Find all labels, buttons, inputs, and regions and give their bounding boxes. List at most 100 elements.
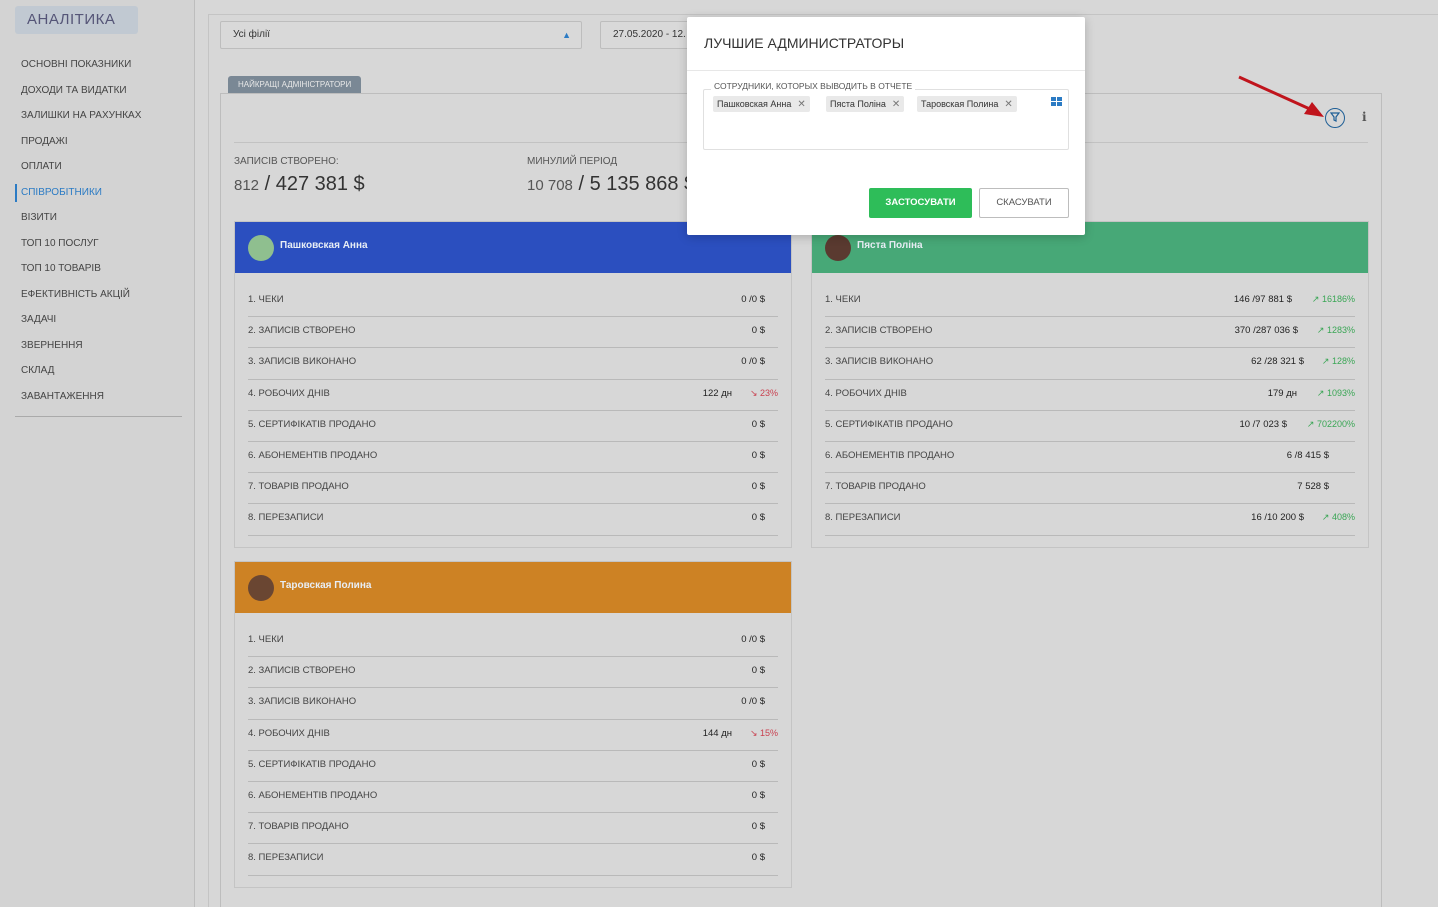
sidebar-item-main[interactable]: ОСНОВНІ ПОКАЗНИКИ <box>15 52 182 78</box>
row-value: 10 /7 023 $ <box>1239 418 1287 430</box>
chip-label: Пашковская Анна <box>717 99 792 109</box>
trend-value: 408% <box>1331 512 1355 523</box>
trend-value: 1093% <box>1326 387 1355 398</box>
sidebar-item-balances[interactable]: ЗАЛИШКИ НА РАХУНКАХ <box>15 103 182 129</box>
table-row: 5. СЕРТИФІКАТІВ ПРОДАНО 0 $ <box>248 751 778 782</box>
row-value: 0 $ <box>751 481 765 493</box>
table-row: 1. ЧЕКИ 0 /0 $ <box>248 286 778 318</box>
trend-up-icon: ↗ 1283% <box>1316 325 1355 336</box>
modal-divider <box>687 70 1085 71</box>
row-value: 6 /8 415 $ <box>1286 449 1329 461</box>
row-label: 7. ТОВАРІВ ПРОДАНО <box>248 481 349 493</box>
sidebar-divider <box>15 416 182 417</box>
branch-select[interactable]: Усі філії ▲︎ <box>220 21 582 49</box>
annotation-arrow-icon <box>1238 75 1324 117</box>
chip-remove-icon[interactable]: ✕ <box>892 99 900 110</box>
apply-button[interactable]: ЗАСТОСУВАТИ <box>869 188 972 218</box>
sidebar-item-payments[interactable]: ОПЛАТИ <box>15 154 182 180</box>
row-label: 3. ЗАПИСІВ ВИКОНАНО <box>825 356 934 368</box>
row-value: 179 дн <box>1267 387 1297 399</box>
created-value: 812 / 427 381 $ <box>234 173 365 196</box>
row-label: 3. ЗАПИСІВ ВИКОНАНО <box>248 696 357 708</box>
row-label: 8. ПЕРЕЗАПИСИ <box>825 512 901 524</box>
filter-icon[interactable] <box>1325 108 1345 128</box>
chip-remove-icon[interactable]: ✕ <box>1004 99 1012 110</box>
row-label: 4. РОБОЧИХ ДНІВ <box>825 387 907 399</box>
table-row: 4. РОБОЧИХ ДНІВ 122 дн ↘ 23% <box>248 380 778 411</box>
table-row: 1. ЧЕКИ 146 /97 881 $ ↗ 16186% <box>825 286 1355 318</box>
sidebar-item-top-services[interactable]: ТОП 10 ПОСЛУГ <box>15 231 182 257</box>
row-value: 370 /287 036 $ <box>1234 325 1298 337</box>
prev-sum: / 5 135 868 $ <box>578 173 696 195</box>
brand-title[interactable]: АНАЛІТИКА <box>15 6 138 34</box>
row-label: 1. ЧЕКИ <box>825 294 861 305</box>
trend-down-icon: ↘ 23% <box>749 387 778 398</box>
date-range-input[interactable]: 27.05.2020 - 12. <box>600 21 700 49</box>
sidebar-item-tasks[interactable]: ЗАДАЧІ <box>15 307 182 333</box>
row-label: 4. РОБОЧИХ ДНІВ <box>248 387 330 399</box>
row-value: 0 /0 $ <box>741 696 765 708</box>
row-value: 0 $ <box>751 852 765 864</box>
info-icon[interactable]: i <box>1362 110 1367 124</box>
sidebar-item-income[interactable]: ДОХОДИ ТА ВИДАТКИ <box>15 78 182 104</box>
cancel-button[interactable]: СКАСУВАТИ <box>979 188 1069 218</box>
table-row: 6. АБОНЕМЕНТІВ ПРОДАНО 6 /8 415 $ <box>825 442 1355 474</box>
row-label: 6. АБОНЕМЕНТІВ ПРОДАНО <box>825 449 955 461</box>
employees-field-label: СОТРУДНИКИ, КОТОРЫХ ВЫВОДИТЬ В ОТЧЕТЕ <box>711 81 916 91</box>
tab-best-admins[interactable]: НАЙКРАЩІ АДМІНІСТРАТОРИ <box>228 76 362 94</box>
employee-chip[interactable]: Пашковская Анна ✕ <box>713 96 810 112</box>
sidebar-item-employees[interactable]: СПІВРОБІТНИКИ <box>15 183 182 202</box>
table-row: 8. ПЕРЕЗАПИСИ 16 /10 200 $ ↗ 408% <box>825 504 1355 536</box>
trend-down-icon: ↘ 15% <box>749 727 778 738</box>
trend-value: 702200% <box>1316 418 1355 429</box>
row-label: 4. РОБОЧИХ ДНІВ <box>248 727 330 739</box>
row-label: 2. ЗАПИСІВ СТВОРЕНО <box>248 665 356 677</box>
card-header: Таровская Полина <box>235 562 791 613</box>
employee-card: Пяста Поліна 1. ЧЕКИ 146 /97 881 $ ↗ 16186… <box>811 221 1369 548</box>
sidebar-item-promo[interactable]: ЕФЕКТИВНІСТЬ АКЦІЙ <box>15 282 182 308</box>
row-value: 7 528 $ <box>1297 481 1329 493</box>
trend-up-icon: ↗ 16186% <box>1311 294 1355 304</box>
admins-filter-modal: ЛУЧШИЕ АДМИНИСТРАТОРЫ СОТРУДНИКИ, КОТОРЫ… <box>687 17 1085 235</box>
select-all-grid-icon[interactable] <box>1051 97 1062 106</box>
trend-value: 15% <box>759 727 778 738</box>
chip-remove-icon[interactable]: ✕ <box>797 99 805 110</box>
table-row: 4. РОБОЧИХ ДНІВ 144 дн ↘ 15% <box>248 720 778 751</box>
card-rows: 1. ЧЕКИ 0 /0 $ 2. ЗАПИСІВ СТВОРЕНО 0 $ 3. … <box>235 613 791 876</box>
sidebar-item-sales[interactable]: ПРОДАЖІ <box>15 129 182 155</box>
sidebar-item-requests[interactable]: ЗВЕРНЕННЯ <box>15 333 182 359</box>
sidebar-item-load[interactable]: ЗАВАНТАЖЕННЯ <box>15 384 182 410</box>
chip-label: Таровская Полина <box>921 99 999 109</box>
row-value: 16 /10 200 $ <box>1251 512 1304 524</box>
table-row: 3. ЗАПИСІВ ВИКОНАНО 62 /28 321 $ ↗ 128% <box>825 348 1355 380</box>
table-row: 1. ЧЕКИ 0 /0 $ <box>248 626 778 658</box>
table-row: 2. ЗАПИСІВ СТВОРЕНО 0 $ <box>248 657 778 689</box>
row-label: 7. ТОВАРІВ ПРОДАНО <box>248 821 349 833</box>
table-row: 3. ЗАПИСІВ ВИКОНАНО 0 /0 $ <box>248 348 778 380</box>
sidebar-item-stock[interactable]: СКЛАД <box>15 358 182 384</box>
employee-chip[interactable]: Пяста Поліна ✕ <box>826 96 905 112</box>
row-label: 5. СЕРТИФІКАТІВ ПРОДАНО <box>248 418 376 430</box>
table-row: 7. ТОВАРІВ ПРОДАНО 7 528 $ <box>825 473 1355 505</box>
row-label: 6. АБОНЕМЕНТІВ ПРОДАНО <box>248 789 378 801</box>
trend-up-icon: ↗ 702200% <box>1306 418 1355 429</box>
trend-up-icon: ↗ 408% <box>1321 512 1355 523</box>
row-value: 0 $ <box>751 821 765 833</box>
created-count: 812 <box>234 177 260 194</box>
employee-chip[interactable]: Таровская Полина ✕ <box>917 96 1017 112</box>
trend-value: 16186% <box>1321 294 1355 304</box>
avatar <box>248 575 274 601</box>
row-label: 8. ПЕРЕЗАПИСИ <box>248 512 324 524</box>
employee-card: Пашковская Анна 1. ЧЕКИ 0 /0 $ 2. ЗАПИСІВ… <box>234 221 792 548</box>
trend-value: 128% <box>1331 356 1355 367</box>
table-row: 2. ЗАПИСІВ СТВОРЕНО 370 /287 036 $ ↗ 1283% <box>825 317 1355 349</box>
row-value: 122 дн <box>702 387 732 399</box>
sidebar-item-top-goods[interactable]: ТОП 10 ТОВАРІВ <box>15 256 182 282</box>
avatar <box>825 235 851 261</box>
row-value: 146 /97 881 $ <box>1233 294 1292 305</box>
created-label: ЗАПИСІВ СТВОРЕНО: <box>234 156 339 167</box>
trend-value: 23% <box>759 387 778 398</box>
employee-name: Пашковская Анна <box>280 240 368 251</box>
sidebar-item-visits[interactable]: ВІЗИТИ <box>15 205 182 231</box>
row-value: 0 $ <box>751 665 765 677</box>
